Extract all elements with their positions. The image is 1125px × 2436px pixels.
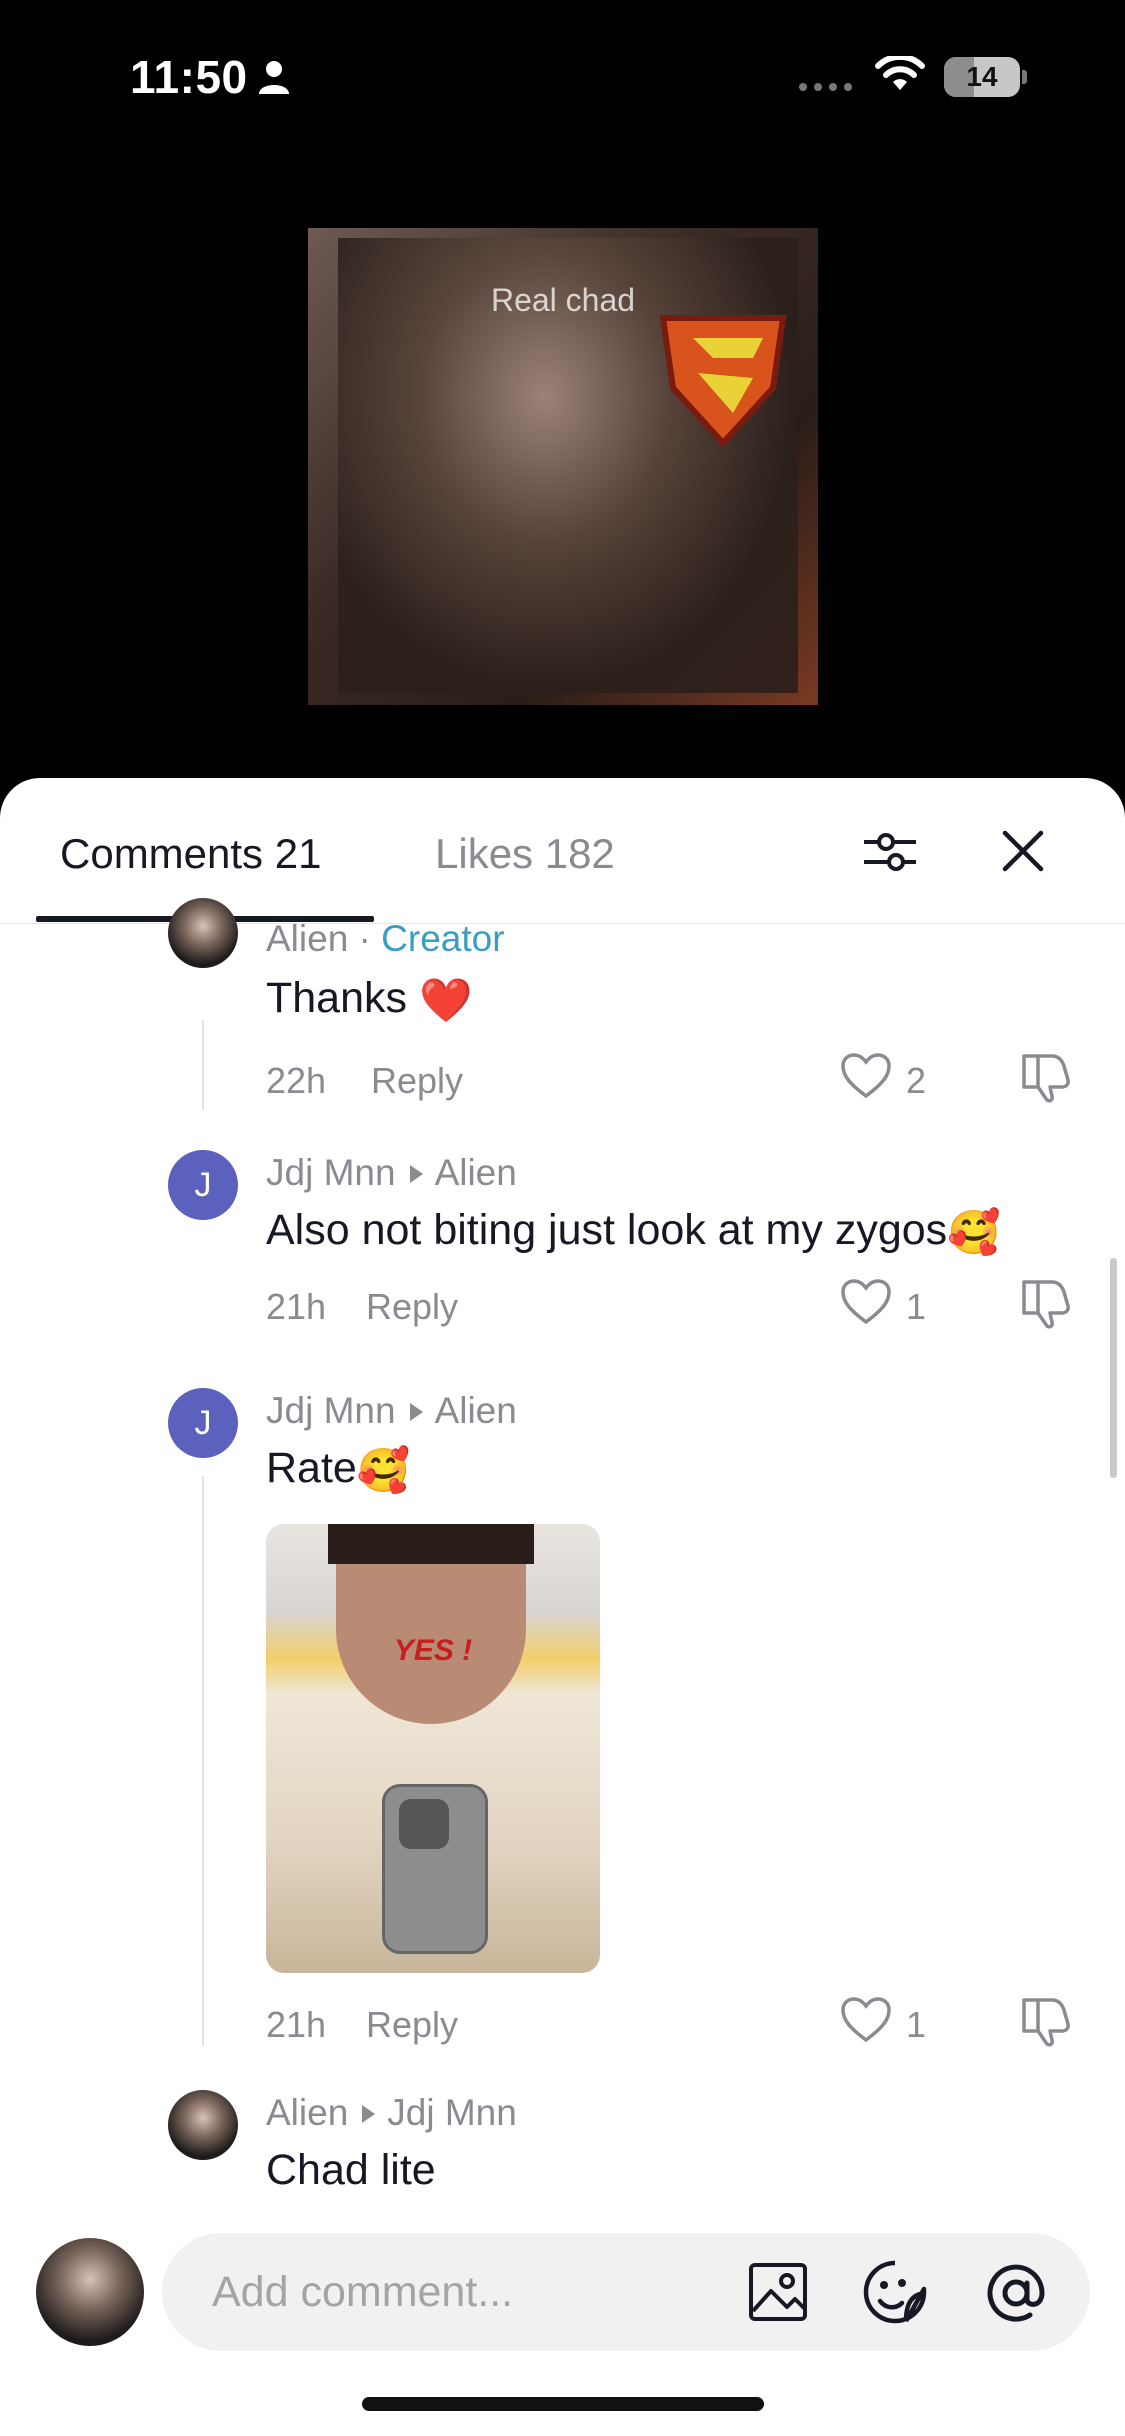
comment-text: Chad lite: [266, 2146, 436, 2194]
comment-author[interactable]: Jdj Mnn: [266, 1152, 396, 1193]
comment-input[interactable]: [212, 2263, 732, 2321]
filter-icon[interactable]: [862, 824, 918, 880]
comment-meta: Alien · Creator: [266, 918, 505, 959]
comment-actions: 21h Reply: [266, 2004, 458, 2046]
image-sticker-text: YES !: [393, 1634, 473, 1667]
like-count: 1: [906, 1286, 927, 1327]
comment-time: 22h: [266, 1060, 327, 1101]
my-avatar[interactable]: [36, 2238, 144, 2346]
comment-composer-bar: [0, 2200, 1125, 2436]
reply-button[interactable]: Reply: [371, 1060, 463, 1101]
dislike-icon[interactable]: [1018, 1276, 1074, 1330]
close-icon[interactable]: [1000, 828, 1046, 874]
avatar[interactable]: [168, 2090, 238, 2160]
smiling-hearts-emoji: 🥰: [947, 1208, 1001, 1257]
reply-arrow-icon: [409, 1403, 423, 1422]
comment-text: Thanks ❤️: [266, 974, 473, 1025]
reply-button[interactable]: Reply: [366, 1286, 458, 1327]
creator-badge: Creator: [381, 918, 505, 959]
comment-image[interactable]: YES !: [266, 1524, 600, 1973]
dislike-icon[interactable]: [1018, 1994, 1074, 2048]
reply-arrow-icon: [362, 2105, 376, 2124]
video-caption: Real chad: [490, 282, 636, 318]
avatar[interactable]: J: [168, 1150, 238, 1220]
heart-icon[interactable]: [840, 1278, 892, 1326]
home-indicator[interactable]: [362, 2397, 764, 2411]
comment-meta: Jdj Mnn Alien: [266, 1152, 517, 1194]
comment-input-container: [162, 2233, 1090, 2351]
phone-image: [382, 1784, 488, 1954]
comment-actions: 21h Reply: [266, 1286, 458, 1328]
comment-author[interactable]: Alien: [266, 918, 348, 959]
comment-text: Rate🥰: [266, 1444, 411, 1495]
tab-comments[interactable]: Comments 21: [60, 830, 321, 878]
comment-time: 21h: [266, 1286, 327, 1327]
reply-to-name[interactable]: Jdj Mnn: [387, 2092, 517, 2133]
battery-icon: 14: [944, 57, 1027, 97]
thread-line: [202, 1476, 204, 2046]
status-time: 11:50: [130, 51, 248, 103]
heart-emoji: ❤️: [418, 976, 473, 1025]
scrollbar[interactable]: [1110, 1258, 1117, 1478]
comment-time: 21h: [266, 2004, 327, 2045]
image-icon[interactable]: [747, 2261, 809, 2323]
reply-to-name[interactable]: Alien: [435, 1390, 517, 1431]
comment-author[interactable]: Jdj Mnn: [266, 1390, 396, 1431]
wifi-icon: [875, 56, 925, 90]
tab-likes[interactable]: Likes 182: [435, 830, 615, 878]
at-icon[interactable]: [984, 2261, 1048, 2325]
tab-bar: Comments 21 Likes 182: [0, 778, 1125, 924]
status-bar: 11:50 14: [0, 0, 1125, 150]
thread-line: [202, 1020, 204, 1110]
signal-icon: [799, 83, 852, 91]
battery-level: 14: [966, 61, 998, 92]
comment-author[interactable]: Alien: [266, 2092, 348, 2133]
superman-logo-image: [659, 315, 787, 448]
comment-text: Also not biting just look at my zygos🥰: [266, 1206, 1001, 1257]
comment-meta: Alien Jdj Mnn: [266, 2092, 517, 2134]
comment-actions: 22h Reply: [266, 1060, 463, 1102]
video-preview[interactable]: Real chad: [308, 228, 818, 705]
comments-sheet: Comments 21 Likes 182 Alien · Creator Th…: [0, 778, 1125, 2436]
avatar[interactable]: [168, 898, 238, 968]
reply-button[interactable]: Reply: [366, 2004, 458, 2045]
reply-arrow-icon: [409, 1165, 423, 1184]
like-count: 1: [906, 2004, 927, 2045]
smiling-hearts-emoji: 🥰: [356, 1446, 411, 1495]
heart-icon[interactable]: [840, 1996, 892, 2044]
avatar[interactable]: J: [168, 1388, 238, 1458]
comment-meta: Jdj Mnn Alien: [266, 1390, 517, 1432]
sticker-icon[interactable]: [862, 2259, 928, 2325]
reply-to-name[interactable]: Alien: [435, 1152, 517, 1193]
heart-icon[interactable]: [840, 1052, 892, 1100]
like-count: 2: [906, 1060, 927, 1101]
dislike-icon[interactable]: [1018, 1050, 1074, 1104]
person-icon: [259, 61, 289, 94]
